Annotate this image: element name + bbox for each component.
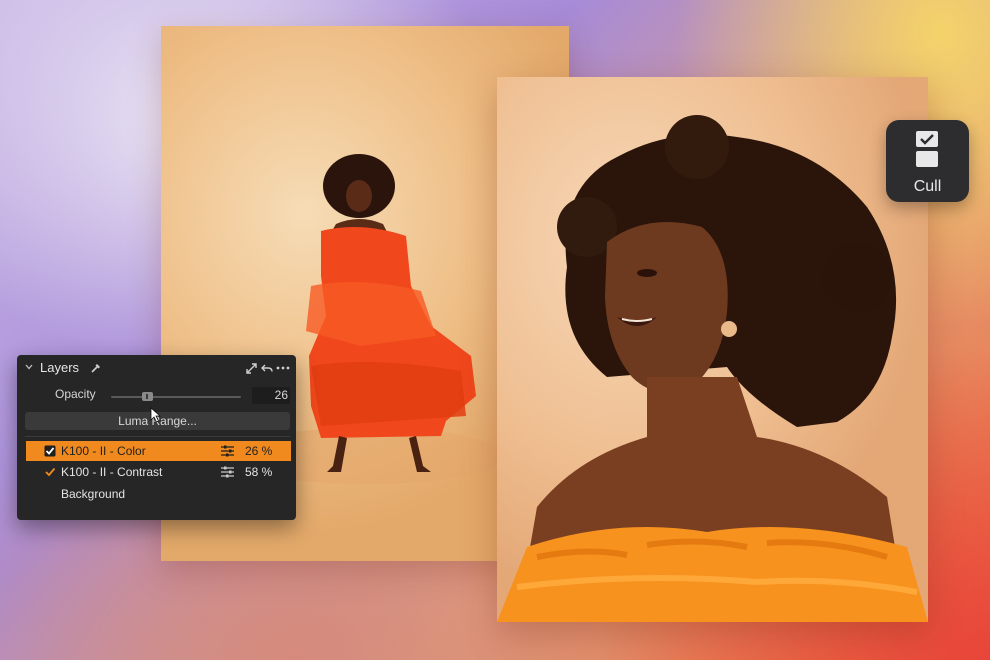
layer-name: K100 - II - Color: [61, 444, 146, 458]
layers-panel-title: Layers: [40, 360, 80, 375]
mouse-cursor-icon: [150, 407, 162, 423]
more-icon[interactable]: [276, 362, 290, 374]
layer-opacity-value: 26 %: [245, 444, 273, 458]
adjustments-icon[interactable]: [221, 445, 234, 457]
opacity-slider[interactable]: [111, 392, 241, 401]
layers-panel: Layers Opacity 26 Luma Range... K100 - I…: [17, 355, 296, 520]
layer-visibility-checkmark-icon[interactable]: [44, 466, 56, 478]
cull-button[interactable]: Cull: [886, 120, 969, 202]
layer-row-contrast[interactable]: K100 - II - Contrast 58 %: [26, 462, 291, 482]
expand-icon[interactable]: [246, 363, 257, 374]
cull-icon: [916, 131, 938, 167]
layer-name: Background: [61, 487, 126, 501]
layer-opacity-value: 58 %: [245, 465, 273, 479]
portrait-illustration: [497, 115, 928, 622]
layer-name: K100 - II - Contrast: [61, 465, 163, 479]
opacity-value-field[interactable]: 26: [252, 387, 290, 404]
photo-portrait: [497, 77, 928, 622]
layers-panel-header: Layers: [17, 355, 296, 381]
opacity-label: Opacity: [55, 387, 96, 401]
undo-icon[interactable]: [261, 362, 273, 374]
adjustments-icon[interactable]: [221, 466, 234, 478]
layer-row-color[interactable]: K100 - II - Color 26 %: [26, 441, 291, 461]
layer-row-background[interactable]: Background: [26, 484, 291, 504]
divider: [25, 436, 290, 437]
cull-label: Cull: [913, 178, 942, 195]
layer-visibility-checkbox[interactable]: [44, 445, 56, 457]
chevron-down-icon[interactable]: [25, 363, 33, 371]
opacity-slider-thumb[interactable]: [141, 392, 153, 401]
color-picker-icon[interactable]: [90, 362, 102, 374]
